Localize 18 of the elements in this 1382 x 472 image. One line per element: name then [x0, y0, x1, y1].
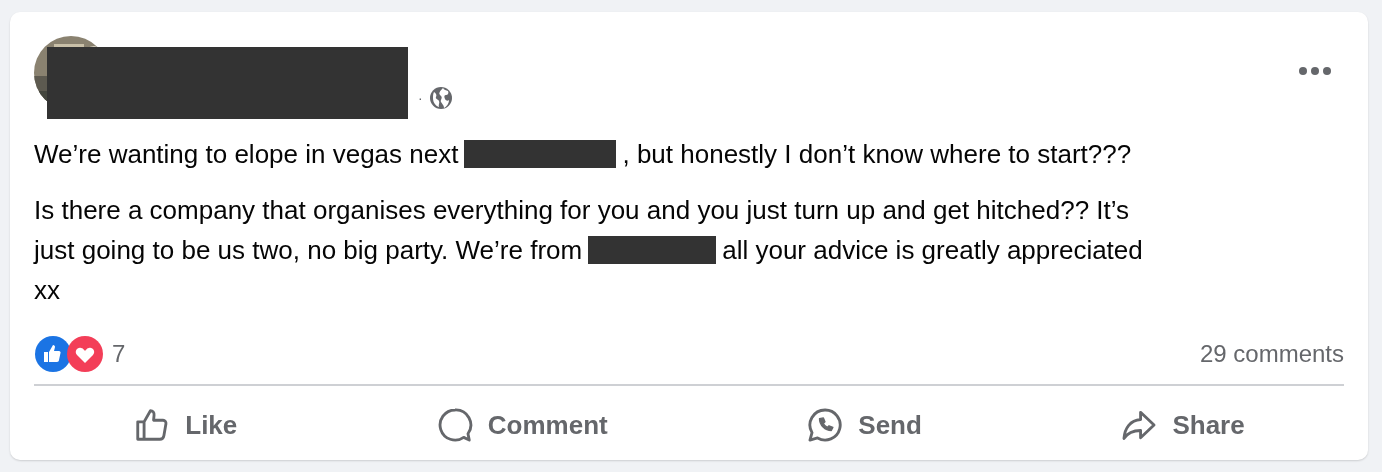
- post-text: Is there a company that organises everything for you and you just turn up and get hitched?? It’s: [34, 194, 1130, 227]
- comment-button[interactable]: Comment: [415, 400, 628, 450]
- post-text: We’re wanting to elope in vegas next: [34, 138, 459, 171]
- separator-dot: ·: [418, 90, 423, 106]
- send-button[interactable]: Send: [786, 400, 942, 450]
- like-button[interactable]: Like: [113, 400, 258, 450]
- chat-phone-icon: [806, 406, 845, 444]
- post-text: just going to be us two, no big party. We’re from: [34, 234, 583, 267]
- comment-count[interactable]: 29 comments: [1199, 340, 1344, 368]
- share-button[interactable]: Share: [1100, 400, 1265, 450]
- reaction-count[interactable]: 7: [112, 340, 126, 368]
- post-text: , but honestly I don’t know where to start???: [622, 138, 1132, 171]
- post-text: xx: [34, 274, 60, 307]
- globe-icon: [428, 86, 453, 110]
- more-options-icon[interactable]: [1298, 66, 1332, 76]
- love-reaction-icon: [66, 335, 104, 373]
- post-text: all your advice is greatly appreciated: [722, 234, 1143, 267]
- like-reaction-icon: [34, 335, 72, 373]
